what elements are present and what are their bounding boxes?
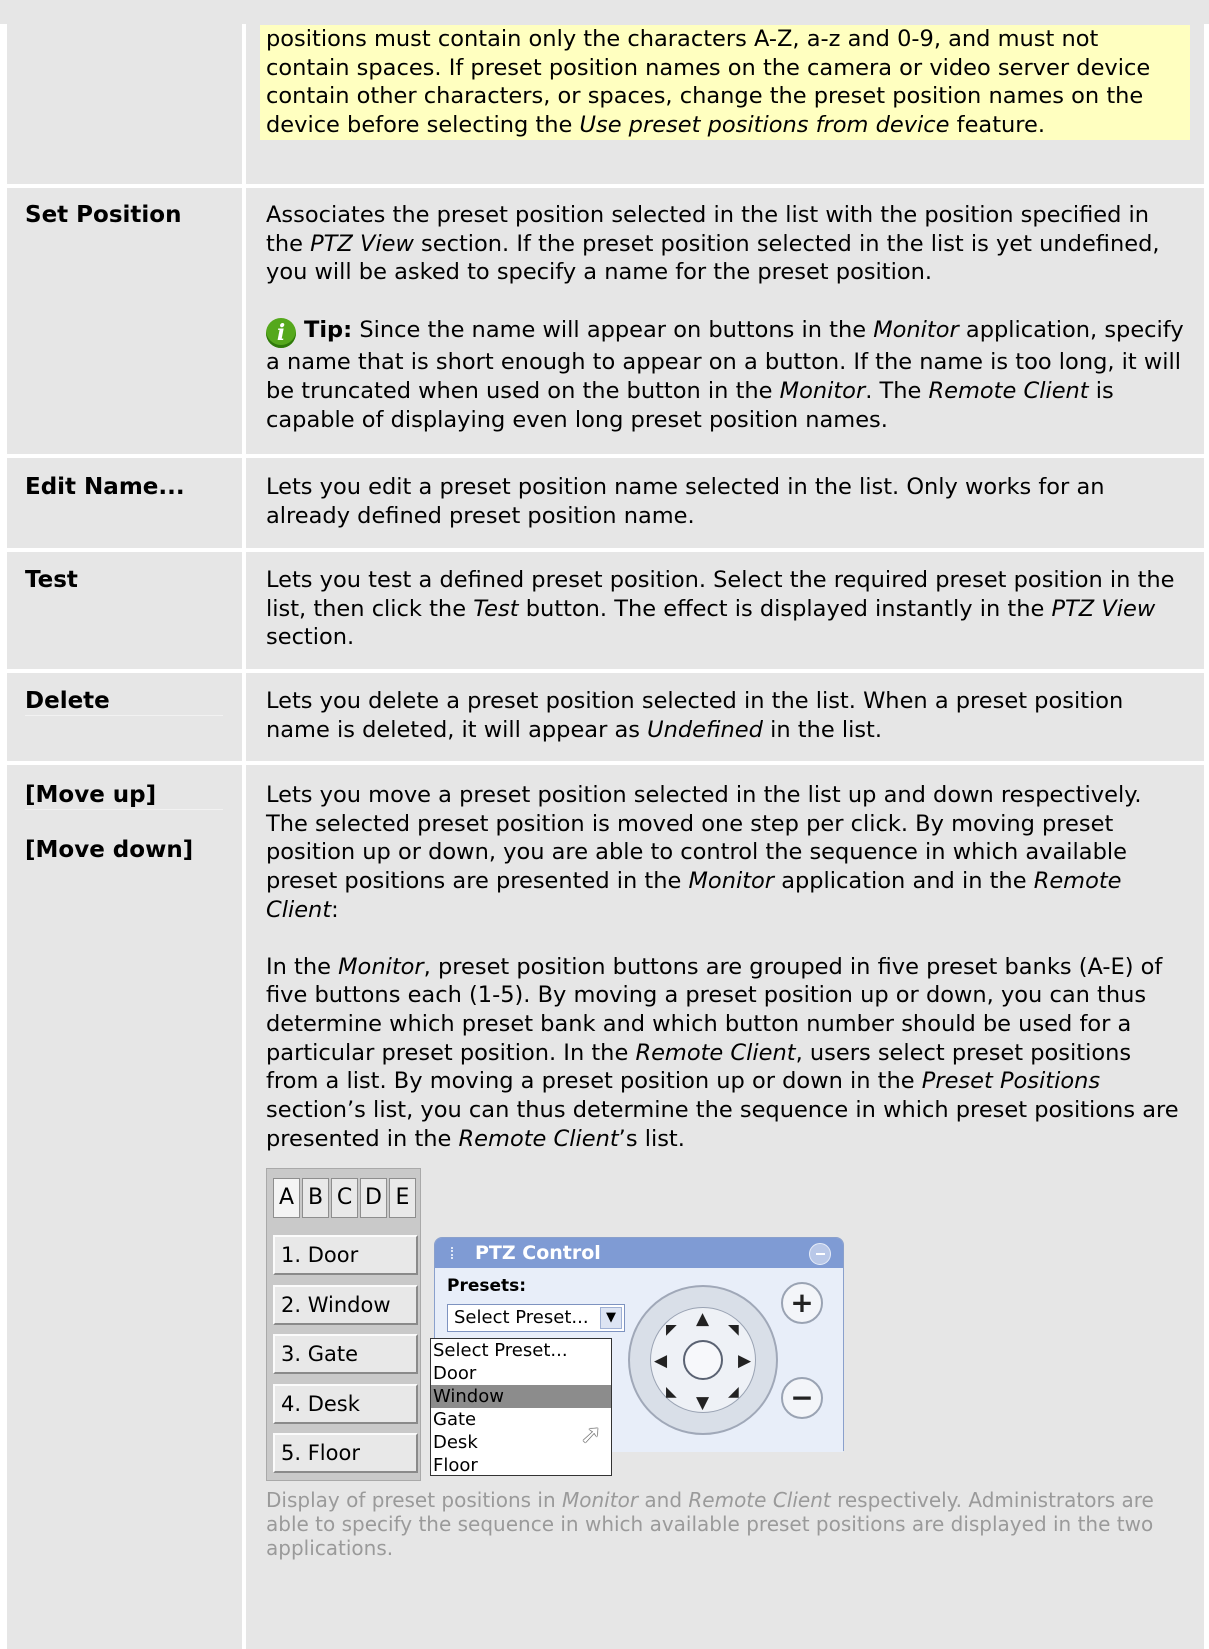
arrow-down-left-icon[interactable]: ◣ xyxy=(666,1385,677,1399)
edit-name-description: Lets you edit a preset position name sel… xyxy=(266,474,1105,529)
bank-tab-e[interactable]: E xyxy=(389,1178,416,1218)
term-move-up: [Move up] xyxy=(25,782,157,808)
preset-button-3[interactable]: 3. Gate xyxy=(273,1334,418,1374)
term-set-position: Set Position xyxy=(25,202,182,228)
row-move: [Move up] [Move down] Lets you move a pr… xyxy=(7,765,1204,1649)
zoom-out-button[interactable]: − xyxy=(781,1377,823,1419)
bank-tab-d[interactable]: D xyxy=(360,1178,387,1218)
monitor-preset-banks: A B C D E 1. Door 2. Window 3. Gate 4. D… xyxy=(266,1168,421,1481)
dropdown-option-selected[interactable]: Window xyxy=(431,1385,611,1408)
minimize-icon[interactable] xyxy=(809,1243,831,1265)
term-edit-name: Edit Name... xyxy=(25,474,185,500)
presets-label: Presets: xyxy=(447,1276,527,1296)
row-set-position: Set Position Associates the preset posit… xyxy=(7,188,1204,454)
row-test: Test Lets you test a defined preset posi… xyxy=(7,552,1204,669)
term-test: Test xyxy=(25,567,78,593)
zoom-in-button[interactable]: + xyxy=(781,1282,823,1324)
arrow-right-icon[interactable]: ▶ xyxy=(738,1353,751,1370)
arrow-down-right-icon[interactable]: ◢ xyxy=(728,1385,739,1399)
arrow-up-icon[interactable]: ▲ xyxy=(696,1311,709,1328)
tip-paragraph: i Tip: Since the name will appear on butt… xyxy=(266,317,1184,433)
preset-button-4[interactable]: 4. Desk xyxy=(273,1384,418,1424)
set-position-description: Associates the preset position selected … xyxy=(266,202,1160,286)
arrow-up-left-icon[interactable]: ◤ xyxy=(666,1323,677,1337)
arrow-left-icon[interactable]: ◀ xyxy=(654,1353,667,1370)
note-text: positions must contain only the characte… xyxy=(260,25,1190,140)
mouse-pointer-icon: ➚ xyxy=(580,1420,602,1450)
move-paragraph-1: Lets you move a preset position selected… xyxy=(266,782,1142,923)
arrow-up-right-icon[interactable]: ◥ xyxy=(728,1323,739,1337)
bank-tab-a[interactable]: A xyxy=(273,1178,300,1218)
arrow-down-icon[interactable]: ▼ xyxy=(696,1395,709,1412)
pan-tilt-pad[interactable]: ▲ ▼ ◀ ▶ ◤ ◥ ◣ ◢ xyxy=(628,1285,778,1435)
dropdown-option[interactable]: Door xyxy=(431,1362,611,1385)
test-description: Lets you test a defined preset position.… xyxy=(266,567,1175,651)
preset-select[interactable]: Select Preset... ▼ xyxy=(447,1304,625,1332)
term-move-down: [Move down] xyxy=(25,837,194,863)
move-paragraph-2: In the Monitor, preset position buttons … xyxy=(266,953,1179,1152)
row-edit-name: Edit Name... Lets you edit a preset posi… xyxy=(7,458,1204,548)
term-delete: Delete xyxy=(25,688,110,714)
preset-button-5[interactable]: 5. Floor xyxy=(273,1433,418,1473)
preset-button-1[interactable]: 1. Door xyxy=(273,1235,418,1275)
document-page: positions must contain only the characte… xyxy=(0,0,1209,1649)
preset-dropdown-list: Select Preset... Door Window Gate Desk F… xyxy=(430,1338,612,1476)
dropdown-option[interactable]: Floor xyxy=(431,1454,611,1477)
delete-description: Lets you delete a preset position select… xyxy=(266,688,1124,743)
chevron-down-icon[interactable]: ▼ xyxy=(600,1307,622,1329)
preset-button-2[interactable]: 2. Window xyxy=(273,1285,418,1325)
ptz-title-bar: PTZ Control xyxy=(435,1238,843,1268)
bank-tab-b[interactable]: B xyxy=(302,1178,329,1218)
dropdown-option[interactable]: Select Preset... xyxy=(431,1339,611,1362)
info-icon: i xyxy=(266,318,296,349)
home-button[interactable] xyxy=(683,1340,723,1380)
figure-caption: Display of preset positions in Monitor a… xyxy=(266,1488,1154,1560)
bank-tab-c[interactable]: C xyxy=(331,1178,358,1218)
row-delete: Delete Lets you delete a preset position… xyxy=(7,673,1204,761)
grip-icon xyxy=(451,1247,465,1259)
row-intro-note: positions must contain only the characte… xyxy=(7,0,1204,184)
